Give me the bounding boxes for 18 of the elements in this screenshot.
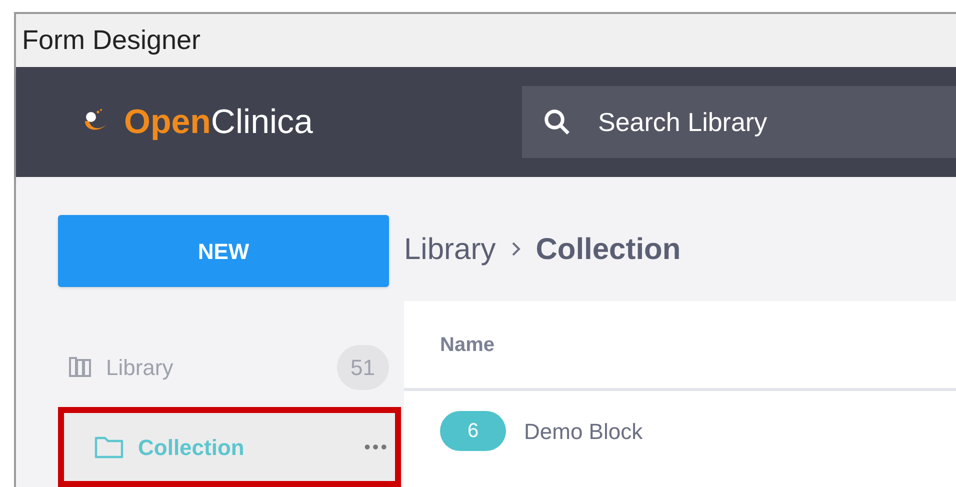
- column-header[interactable]: Name: [440, 330, 494, 360]
- row-name[interactable]: Demo Block: [524, 414, 643, 448]
- new-button[interactable]: NEW: [58, 215, 389, 287]
- search-field[interactable]: Search Library: [522, 86, 956, 158]
- sidebar-item-label: Library: [106, 354, 174, 382]
- more-menu[interactable]: •••: [364, 434, 389, 460]
- folder-icon: [94, 434, 124, 460]
- breadcrumb-item[interactable]: Library: [404, 226, 496, 272]
- chevron-right-icon: [510, 240, 522, 258]
- sidebar-item[interactable]: Collection •••: [58, 407, 401, 487]
- logo-text: OpenClinica: [124, 102, 313, 143]
- breadcrumb-item: Collection: [536, 232, 681, 268]
- window-title: Form Designer: [21, 24, 202, 58]
- count-badge: 51: [336, 344, 389, 390]
- sidebar-item[interactable]: Library 51: [58, 327, 401, 407]
- library-icon: [68, 355, 92, 379]
- sidebar-item-label: Collection: [138, 434, 244, 462]
- count-badge: 6: [440, 411, 506, 451]
